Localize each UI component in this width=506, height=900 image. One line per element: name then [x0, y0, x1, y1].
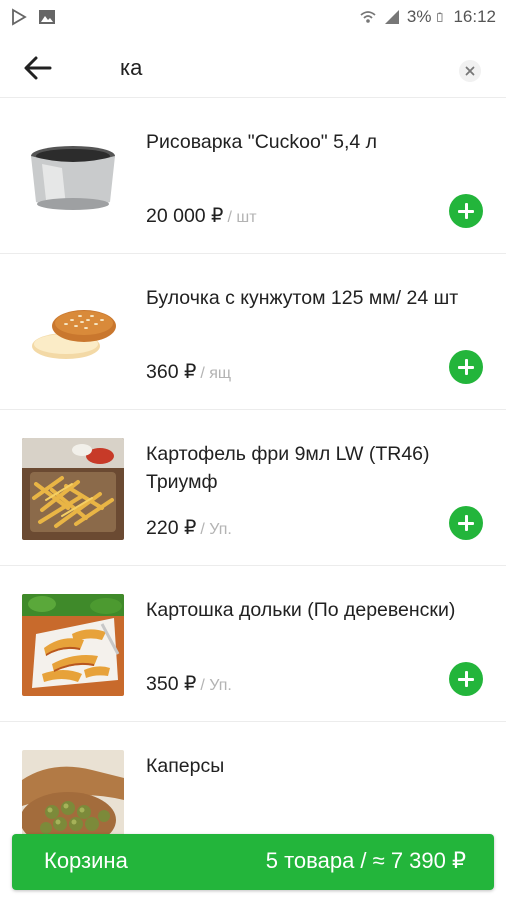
french-fries-image — [22, 438, 124, 540]
product-unit: / Уп. — [200, 677, 232, 694]
product-list: Рисоварка "Cuckoo" 5,4 л 20 000 ₽ / шт Бу… — [0, 98, 506, 878]
battery-percent: 3% — [406, 7, 432, 26]
product-unit: / шт — [227, 209, 257, 226]
clock: 16:12 — [453, 7, 496, 26]
add-to-cart-button[interactable] — [449, 662, 483, 696]
sesame-bun-image — [22, 282, 124, 384]
search-header — [0, 36, 506, 98]
list-item[interactable]: Булочка с кунжутом 125 мм/ 24 шт 360 ₽ / … — [0, 254, 506, 410]
product-price: 360 ₽ — [146, 361, 197, 383]
product-price-row: 360 ₽ / ящ — [146, 360, 231, 384]
battery-icon — [437, 12, 443, 22]
product-price: 220 ₽ — [146, 517, 197, 539]
product-unit: / Уп. — [200, 521, 232, 538]
signal-icon — [384, 10, 399, 24]
play-store-icon — [12, 8, 27, 26]
product-unit: / ящ — [200, 365, 232, 382]
list-item[interactable]: Картофель фри 9мл LW (TR46) Триумф 220 ₽… — [0, 410, 506, 566]
add-to-cart-button[interactable] — [449, 194, 483, 228]
add-to-cart-button[interactable] — [449, 506, 483, 540]
product-name: Булочка с кунжутом 125 мм/ 24 шт — [146, 287, 459, 309]
product-price-row: 350 ₽ / Уп. — [146, 672, 232, 696]
potato-wedges-image — [22, 594, 124, 696]
list-item[interactable]: Рисоварка "Cuckoo" 5,4 л 20 000 ₽ / шт — [0, 98, 506, 254]
rice-cooker-image — [22, 126, 124, 228]
list-item[interactable]: Картошка дольки (По деревенски) 350 ₽ / У… — [0, 566, 506, 722]
cart-summary: 5 товара / ≈ 7 390 ₽ — [265, 848, 466, 873]
gallery-icon — [39, 10, 55, 24]
cart-button[interactable]: Корзина 5 товара / ≈ 7 390 ₽ — [12, 834, 494, 890]
back-arrow-icon[interactable] — [20, 50, 56, 86]
product-name: Картошка дольки (По деревенски) — [146, 599, 456, 621]
wifi-icon — [360, 11, 376, 23]
status-bar: 3% 16:12 — [0, 0, 506, 36]
product-price-row: 20 000 ₽ / шт — [146, 204, 257, 228]
product-price: 350 ₽ — [146, 673, 197, 695]
clear-search-icon[interactable] — [459, 60, 481, 82]
product-name: Рисоварка "Cuckoo" 5,4 л — [146, 131, 378, 153]
product-name: Каперсы — [146, 755, 225, 777]
cart-label: Корзина — [44, 848, 128, 873]
product-name: Картофель фри 9мл LW (TR46) Триумф — [146, 443, 430, 493]
product-price: 20 000 ₽ — [146, 205, 224, 227]
search-input[interactable] — [120, 50, 440, 86]
add-to-cart-button[interactable] — [449, 350, 483, 384]
product-price-row: 220 ₽ / Уп. — [146, 516, 232, 540]
